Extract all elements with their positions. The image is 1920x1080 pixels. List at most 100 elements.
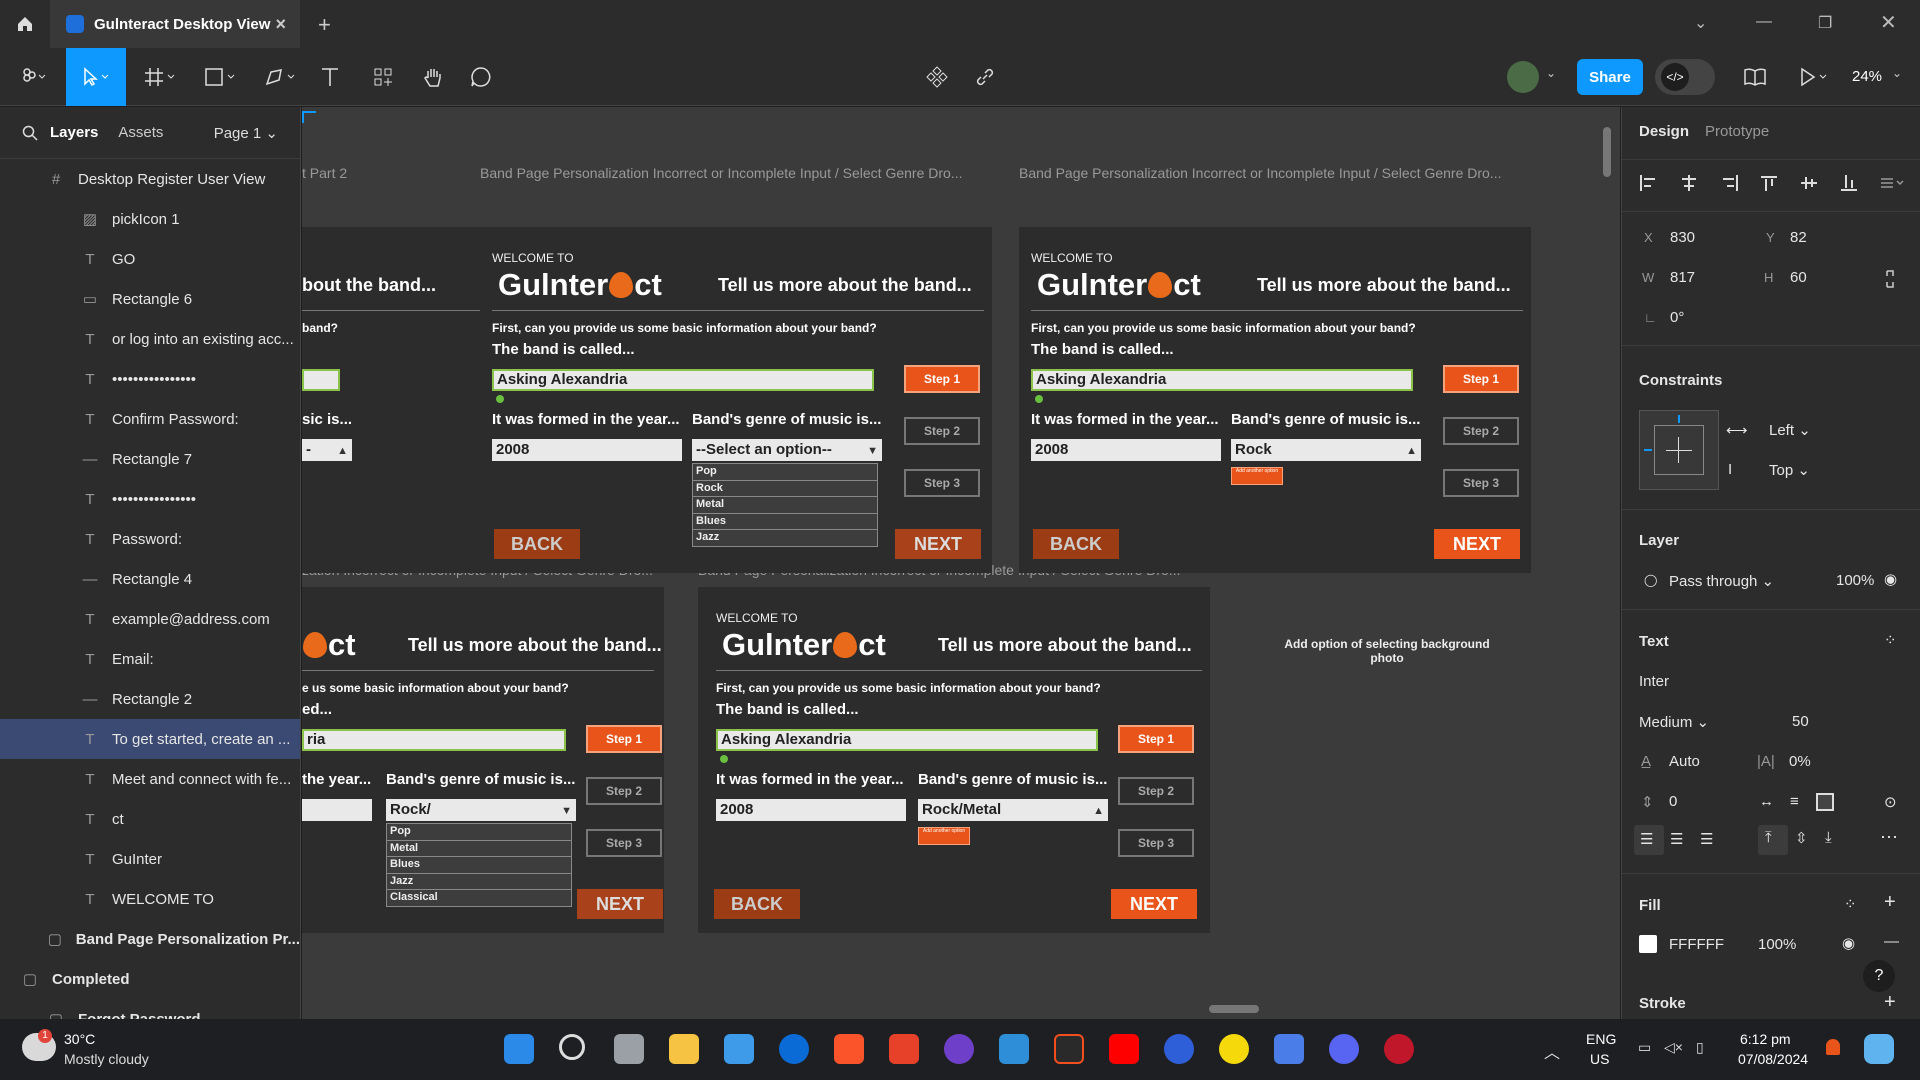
align-text-middle-icon[interactable]: ⇳ (1795, 829, 1808, 847)
windows-start-icon[interactable] (504, 1034, 534, 1064)
height-value[interactable]: 60 (1790, 269, 1807, 286)
pen-tool-icon[interactable] (258, 48, 302, 106)
frame-tool-icon[interactable] (138, 48, 182, 106)
user-avatar[interactable] (1507, 61, 1539, 93)
band-name-input[interactable]: Asking Alexandria (492, 369, 874, 391)
share-button[interactable]: Share (1577, 59, 1643, 95)
font-size[interactable]: 50 (1792, 713, 1809, 730)
layer-item[interactable]: T Password: (0, 519, 300, 559)
align-middle-icon[interactable] (1799, 175, 1819, 196)
letter-spacing[interactable]: 0% (1789, 753, 1811, 770)
layer-item[interactable]: T Confirm Password: (0, 399, 300, 439)
fill-opacity[interactable]: 100% (1758, 936, 1796, 953)
horizontal-scrollbar[interactable] (1209, 1005, 1259, 1013)
step1-button[interactable]: Step 1 (586, 725, 662, 753)
chevron-down-icon[interactable]: ⌄ (1892, 66, 1902, 80)
restore-icon[interactable]: ❐ (1818, 13, 1832, 33)
genre-option[interactable]: Pop (387, 824, 571, 841)
frame-label[interactable]: t Part 2 (302, 165, 347, 181)
minimize-icon[interactable]: — (1756, 13, 1772, 31)
star-app-icon[interactable] (1274, 1034, 1304, 1064)
clock-date[interactable]: 07/08/2024 (1738, 1051, 1808, 1067)
layer-item[interactable]: T GuInter (0, 839, 300, 879)
step3-button[interactable]: Step 3 (586, 829, 662, 857)
rectangle-tool-icon[interactable] (198, 48, 242, 106)
vscode-icon[interactable] (999, 1034, 1029, 1064)
figma-icon[interactable] (1054, 1034, 1084, 1064)
genre-option[interactable]: Blues (387, 857, 571, 874)
battery-icon[interactable]: ▯ (1696, 1039, 1704, 1056)
genre-select[interactable]: Rock/ ▼ (386, 799, 576, 821)
paragraph-spacing[interactable]: 0 (1669, 793, 1677, 810)
fill-color-swatch[interactable] (1639, 935, 1657, 953)
help-icon[interactable]: ? (1863, 960, 1895, 992)
language-code[interactable]: ENG (1586, 1031, 1616, 1047)
remove-fill-icon[interactable]: — (1884, 933, 1899, 950)
ccleaner-icon[interactable] (779, 1034, 809, 1064)
eye-icon[interactable]: ◉ (1842, 934, 1855, 952)
genre-select[interactable]: --Select an option-- ▼ (692, 439, 882, 461)
align-text-left-icon[interactable]: ☰ (1640, 830, 1653, 848)
layer-item[interactable]: ▭ Rectangle 6 (0, 279, 300, 319)
component-icon[interactable] (922, 48, 952, 106)
library-icon[interactable] (1740, 48, 1770, 106)
dev-mode-toggle[interactable]: </> (1655, 59, 1715, 95)
align-text-top-icon[interactable]: ⤒ (1765, 829, 1772, 846)
layer-item[interactable]: ▢ Band Page Personalization Pr... (0, 919, 300, 959)
tab-assets[interactable]: Assets (118, 124, 163, 141)
align-center-icon[interactable] (1679, 175, 1699, 196)
layer-item[interactable]: # Desktop Register User View (0, 159, 300, 199)
keyboard-layout[interactable]: US (1590, 1051, 1609, 1067)
step1-button[interactable]: Step 1 (904, 365, 980, 393)
tab-layers[interactable]: Layers (50, 124, 98, 141)
auto-height-icon[interactable]: ≡ (1790, 793, 1799, 810)
davinci-icon[interactable] (1384, 1034, 1414, 1064)
layer-item[interactable]: — Rectangle 4 (0, 559, 300, 599)
next-button[interactable]: NEXT (1111, 889, 1197, 919)
document-tab[interactable]: Gulnteract Desktop View × (50, 0, 300, 48)
genre-option[interactable]: Metal (387, 841, 571, 857)
constraint-vertical[interactable]: Top ⌄ (1769, 461, 1810, 479)
genre-option[interactable]: Jazz (387, 874, 571, 890)
step2-button[interactable]: Step 2 (904, 417, 980, 445)
layer-item[interactable]: T •••••••••••••••• (0, 479, 300, 519)
discord-icon[interactable] (1329, 1034, 1359, 1064)
band-name-input[interactable]: Asking Alexandria (1031, 369, 1413, 391)
layer-item[interactable]: T To get started, create an ... (0, 719, 300, 759)
page-selector[interactable]: Page 1 ⌄ (214, 124, 278, 142)
font-family[interactable]: Inter (1639, 673, 1669, 690)
frame-select-genre-open[interactable]: WELCOME TO Gulnter ct Tell us more about … (480, 227, 992, 573)
year-input[interactable]: 2008 (716, 799, 906, 821)
vertical-scrollbar[interactable] (1603, 127, 1611, 177)
frame-label[interactable]: Band Page Personalization Incorrect or I… (1019, 165, 1501, 181)
frame-genre-rock-metal[interactable]: WELCOME TO Gulnter ct Tell us more about … (698, 587, 1210, 933)
frame-genre-multi-open[interactable]: ct Tell us more about the band... e us s… (302, 587, 664, 933)
zoom-level[interactable]: 24% (1852, 68, 1882, 85)
next-button[interactable]: NEXT (1434, 529, 1520, 559)
layer-item[interactable]: ▢ Completed (0, 959, 300, 999)
band-name-input[interactable]: ria (302, 729, 566, 751)
constrain-proportions-icon[interactable] (1884, 269, 1896, 294)
layer-item[interactable]: Texample@address.com (0, 599, 300, 639)
tab-design[interactable]: Design (1639, 123, 1689, 140)
notifications-icon[interactable] (1826, 1039, 1840, 1055)
layer-item[interactable]: — Rectangle 7 (0, 439, 300, 479)
brave-icon[interactable] (834, 1034, 864, 1064)
genre-select[interactable]: Rock ▲ (1231, 439, 1421, 461)
fill-styles-icon[interactable]: ⁘ (1844, 895, 1857, 913)
next-button[interactable]: NEXT (895, 529, 981, 559)
hand-tool-icon[interactable] (418, 48, 448, 106)
add-another-option-button[interactable]: Add another option (918, 827, 970, 845)
search-icon[interactable] (22, 125, 38, 141)
network-icon[interactable]: ▭ (1638, 1039, 1651, 1056)
align-top-icon[interactable] (1759, 175, 1779, 196)
youtube-icon[interactable] (1109, 1034, 1139, 1064)
frame-label[interactable]: Band Page Personalization Incorrect or I… (480, 165, 962, 181)
step2-button[interactable]: Step 2 (586, 777, 662, 805)
layer-item[interactable]: T GO (0, 239, 300, 279)
align-left-icon[interactable] (1639, 175, 1659, 196)
next-button[interactable]: NEXT (577, 889, 663, 919)
width-value[interactable]: 817 (1670, 269, 1695, 286)
layer-item[interactable]: T Email: (0, 639, 300, 679)
store-icon[interactable] (724, 1034, 754, 1064)
